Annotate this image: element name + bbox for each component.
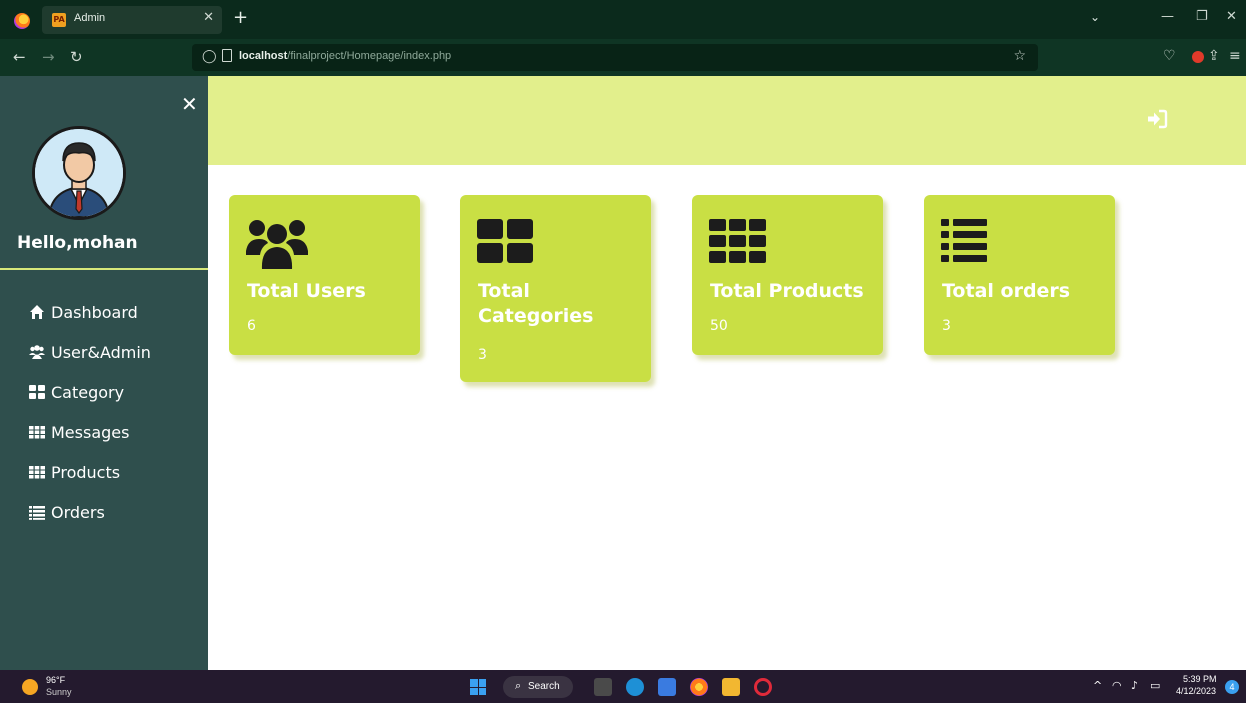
pocket-icon[interactable]: ♡ <box>1163 48 1176 64</box>
users-icon <box>29 345 45 359</box>
sidebar: ✕ Hello,mohan Dashboard User&Admin Categ… <box>0 76 208 670</box>
card-title: Total Users <box>247 280 366 302</box>
page-info-icon[interactable] <box>222 49 232 62</box>
url-host: localhost <box>239 50 288 62</box>
weather-temp: 96°F <box>46 675 66 685</box>
sidebar-item-orders[interactable]: Orders <box>29 492 151 532</box>
sidebar-item-products[interactable]: Products <box>29 452 151 492</box>
opera-icon[interactable] <box>754 678 772 696</box>
tab-list-chevron-icon[interactable]: ⌄ <box>1090 10 1100 24</box>
url-text: localhost/finalproject/Homepage/index.ph… <box>239 50 451 62</box>
greeting: Hello,mohan <box>17 233 138 253</box>
th-icon <box>29 466 45 479</box>
clock-date[interactable]: 4/12/2023 <box>1176 686 1216 696</box>
sidebar-item-label: User&Admin <box>51 342 151 362</box>
tab-favicon-icon: PA <box>52 13 66 27</box>
os-taskbar: 96°F Sunny ⌕ Search ^ ◠ ♪ ▭ 5:39 PM 4/12… <box>0 670 1246 703</box>
search-icon: ⌕ <box>515 679 522 692</box>
back-icon[interactable]: ← <box>13 48 26 66</box>
sidebar-item-label: Messages <box>51 422 130 442</box>
card-value: 50 <box>710 318 728 334</box>
task-view-icon[interactable] <box>594 678 612 696</box>
stat-card-orders[interactable]: Total orders 3 <box>924 195 1115 355</box>
sidebar-item-messages[interactable]: Messages <box>29 412 151 452</box>
users-icon <box>246 220 308 269</box>
window-close-icon[interactable]: ✕ <box>1226 9 1237 24</box>
avatar <box>32 126 126 220</box>
browser-tab-bar: PA Admin ✕ + ⌄ — ❐ ✕ <box>0 0 1246 39</box>
url-path: /finalproject/Homepage/index.php <box>287 50 452 62</box>
top-header <box>208 76 1246 165</box>
file-explorer-icon[interactable] <box>722 678 740 696</box>
list-icon <box>29 506 45 520</box>
tracking-shield-icon[interactable]: ◯ <box>202 49 217 64</box>
tab-close-icon[interactable]: ✕ <box>203 10 214 25</box>
sidebar-item-label: Dashboard <box>51 302 138 322</box>
weather-condition: Sunny <box>46 687 72 697</box>
taskbar-search-button[interactable]: ⌕ Search <box>503 676 573 698</box>
sidebar-menu: Dashboard User&Admin Category Messages P… <box>29 292 151 532</box>
restore-icon[interactable]: ❐ <box>1196 9 1208 24</box>
store-icon[interactable] <box>658 678 676 696</box>
stat-card-products[interactable]: Total Products 50 <box>692 195 883 355</box>
sidebar-item-label: Orders <box>51 502 105 522</box>
card-value: 3 <box>478 347 487 363</box>
card-value: 3 <box>942 318 951 334</box>
browser-nav-bar: ← → ↻ ◯ localhost/finalproject/Homepage/… <box>0 39 1246 76</box>
th-icon <box>709 219 766 263</box>
volume-icon[interactable]: ♪ <box>1131 679 1138 692</box>
bookmark-star-icon[interactable]: ☆ <box>1013 48 1026 64</box>
tab-title: Admin <box>74 12 106 24</box>
app-menu-icon[interactable]: ≡ <box>1229 48 1241 64</box>
sign-in-icon[interactable] <box>1146 109 1168 129</box>
list-icon <box>941 219 987 262</box>
clock-time[interactable]: 5:39 PM <box>1183 674 1217 684</box>
battery-icon[interactable]: ▭ <box>1150 679 1160 692</box>
firefox-taskbar-icon[interactable] <box>690 678 708 696</box>
address-bar[interactable]: ◯ localhost/finalproject/Homepage/index.… <box>192 44 1038 71</box>
card-value: 6 <box>247 318 256 334</box>
sidebar-item-label: Category <box>51 382 125 402</box>
windows-start-icon[interactable] <box>470 679 486 695</box>
sidebar-item-label: Products <box>51 462 121 482</box>
notification-badge[interactable]: 4 <box>1225 680 1239 694</box>
user-avatar-icon <box>35 129 123 217</box>
card-title: Total Categories <box>478 280 594 327</box>
card-title: Total Products <box>710 280 864 302</box>
home-icon <box>30 305 44 319</box>
forward-icon[interactable]: → <box>42 48 55 66</box>
browser-tab[interactable]: PA Admin ✕ <box>42 6 222 34</box>
minimize-icon[interactable]: — <box>1161 9 1174 24</box>
new-tab-icon[interactable]: + <box>233 7 248 28</box>
weather-sun-icon[interactable] <box>22 679 38 695</box>
firefox-icon[interactable] <box>14 13 30 29</box>
card-title: Total orders <box>942 280 1071 302</box>
extension-icon[interactable] <box>1192 51 1204 63</box>
sidebar-item-user-admin[interactable]: User&Admin <box>29 332 151 372</box>
tray-chevron-icon[interactable]: ^ <box>1093 679 1102 692</box>
wifi-icon[interactable]: ◠ <box>1112 679 1122 692</box>
sidebar-divider <box>0 268 208 270</box>
sidebar-close-icon[interactable]: ✕ <box>181 92 198 116</box>
th-icon <box>29 426 45 439</box>
th-large-icon <box>29 385 45 399</box>
reload-icon[interactable]: ↻ <box>70 48 83 66</box>
th-large-icon <box>477 219 533 263</box>
stat-card-categories[interactable]: Total Categories 3 <box>460 195 651 382</box>
search-label: Search <box>528 681 560 692</box>
sidebar-item-dashboard[interactable]: Dashboard <box>29 292 151 332</box>
sidebar-item-category[interactable]: Category <box>29 372 151 412</box>
stat-card-users[interactable]: Total Users 6 <box>229 195 420 355</box>
share-icon[interactable]: ⇪ <box>1208 48 1220 64</box>
edge-icon[interactable] <box>626 678 644 696</box>
